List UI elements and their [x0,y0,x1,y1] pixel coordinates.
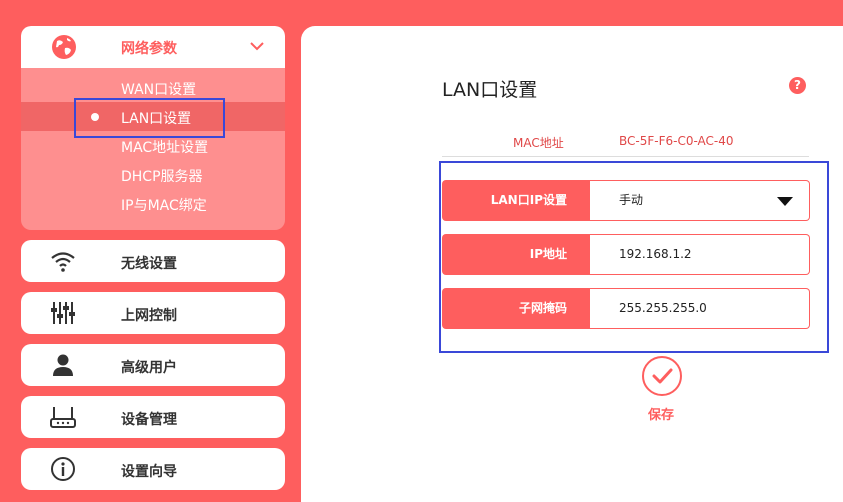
divider [442,156,809,157]
dropdown-arrow-icon[interactable] [777,197,793,206]
subnet-mask-row: 子网掩码 255.255.255.0 [442,288,810,329]
sidebar-item-setup-wizard[interactable]: 设置向导 [21,448,285,490]
subnet-mask-label: 子网掩码 [442,288,590,329]
wifi-icon [51,252,75,272]
sidebar-item-label: 高级用户 [121,360,177,376]
help-icon[interactable]: ? [789,77,806,94]
ip-address-input[interactable]: 192.168.1.2 [590,234,810,275]
subnet-mask-input[interactable]: 255.255.255.0 [590,288,810,329]
sidebar-item-label: 上网控制 [121,308,177,324]
sliders-icon [51,302,75,324]
globe-icon [52,35,76,59]
lan-ip-mode-value: 手动 [619,193,644,207]
mac-address-value: BC-5F-F6-C0-AC-40 [619,134,734,148]
sidebar-item-dhcp[interactable]: DHCP服务器 [21,160,285,189]
sidebar-item-label: DHCP服务器 [121,169,203,185]
router-icon [50,407,76,428]
lan-ip-mode-select[interactable]: 手动 [590,180,810,221]
chevron-down-icon[interactable] [249,40,265,52]
sidebar-item-label: MAC地址设置 [121,140,209,156]
main-panel: LAN口设置 ? MAC地址 BC-5F-F6-C0-AC-40 LAN口IP设… [301,26,843,502]
sidebar-item-label: WAN口设置 [121,82,197,98]
mac-address-label: MAC地址 [513,136,564,150]
network-params-label: 网络参数 [121,41,177,57]
info-icon [51,457,75,481]
lan-ip-mode-label: LAN口IP设置 [442,180,590,221]
sidebar-item-label: 设备管理 [121,412,177,428]
page-title: LAN口设置 [442,79,538,101]
sidebar-item-device-management[interactable]: 设备管理 [21,396,285,438]
ip-address-row: IP地址 192.168.1.2 [442,234,810,275]
sidebar-item-label: IP与MAC绑定 [121,198,207,214]
selection-highlight [74,98,225,138]
sidebar-item-advanced-user[interactable]: 高级用户 [21,344,285,386]
sidebar-item-wireless[interactable]: 无线设置 [21,240,285,282]
lan-ip-mode-row: LAN口IP设置 手动 [442,180,810,221]
save-label[interactable]: 保存 [648,404,674,423]
checkmark-icon [652,368,673,384]
save-button[interactable] [642,356,682,396]
user-icon [53,354,73,376]
sidebar-item-label: 无线设置 [121,256,177,272]
ip-address-label: IP地址 [442,234,590,275]
network-params-header[interactable]: 网络参数 [21,26,285,68]
sidebar-item-access-control[interactable]: 上网控制 [21,292,285,334]
sidebar-item-ip-mac-bind[interactable]: IP与MAC绑定 [21,189,285,218]
sidebar-item-label: 设置向导 [121,464,177,480]
